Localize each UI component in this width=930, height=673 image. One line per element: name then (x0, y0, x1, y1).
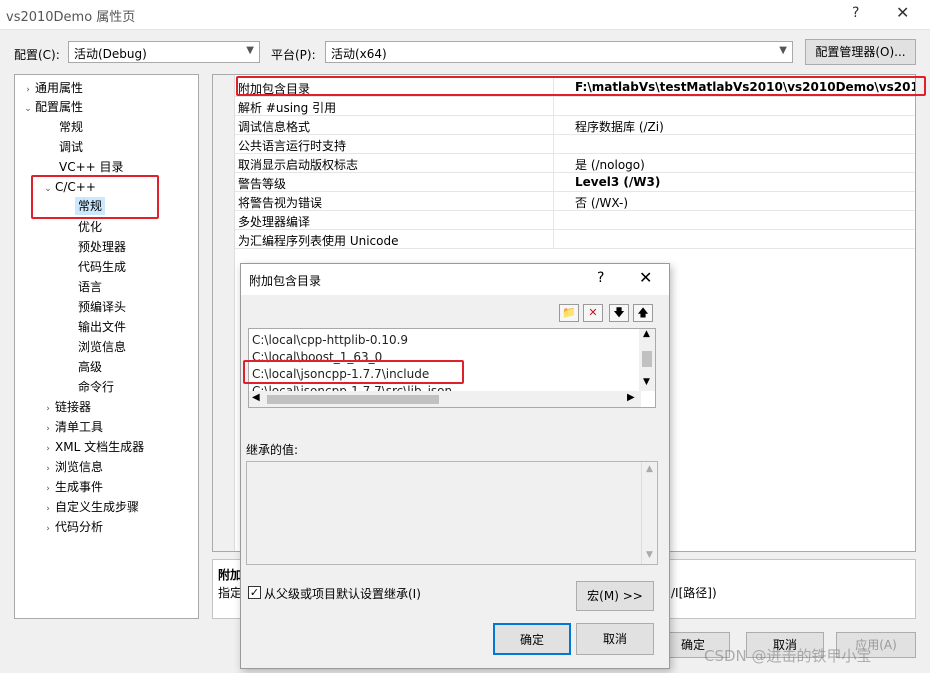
property-row[interactable]: 调试信息格式 程序数据库 (/Zi) (235, 116, 915, 135)
platform-dropdown[interactable]: 活动(x64) ▼ (325, 41, 793, 63)
tree-item-custom-build[interactable]: › 自定义生成步骤 (41, 498, 139, 516)
vertical-scrollbar: ▲ ▼ (641, 462, 657, 564)
chevron-right-icon[interactable]: › (41, 400, 55, 418)
tree-item-browse-information[interactable]: › 浏览信息 (41, 458, 103, 476)
property-row[interactable]: 多处理器编译 (235, 211, 915, 230)
tree-item-config-props[interactable]: ⌄ 配置属性 (21, 98, 83, 116)
inherited-values-box: ▲ ▼ (246, 461, 658, 565)
tree-item-manifest-tool[interactable]: › 清单工具 (41, 418, 103, 436)
close-icon[interactable]: ✕ (896, 3, 909, 22)
move-up-icon[interactable]: 🡅 (633, 304, 653, 322)
dialog-ok-button[interactable]: 确定 (493, 623, 571, 655)
tree-item-code-analysis[interactable]: › 代码分析 (41, 518, 103, 536)
help-icon[interactable]: ? (597, 270, 604, 286)
scroll-down-icon[interactable]: ▼ (643, 377, 650, 387)
description-text: 指定 (218, 586, 243, 600)
platform-value: 活动(x64) (331, 47, 387, 61)
vertical-scrollbar[interactable]: ▲ ▼ (639, 329, 655, 391)
tree-item-debugging[interactable]: 调试 (59, 138, 83, 156)
scroll-down-icon: ▼ (646, 550, 653, 560)
chevron-right-icon[interactable]: › (41, 500, 55, 518)
tree-item-precompiled-headers[interactable]: 预编译头 (78, 298, 126, 316)
tree-item-general[interactable]: 常规 (59, 118, 83, 136)
window-title: vs2010Demo 属性页 (6, 10, 136, 25)
dialog-title: 附加包含目录 (249, 274, 322, 288)
chevron-right-icon[interactable]: › (41, 520, 55, 538)
help-icon[interactable]: ? (852, 5, 859, 21)
chevron-down-icon: ▼ (246, 45, 254, 56)
tree-item-output-files[interactable]: 输出文件 (78, 318, 126, 336)
tree-item-preprocessor[interactable]: 预处理器 (78, 238, 126, 256)
chevron-right-icon[interactable]: › (41, 440, 55, 458)
property-row[interactable]: 公共语言运行时支持 (235, 135, 915, 154)
tree-item-browse-info[interactable]: 浏览信息 (78, 338, 126, 356)
property-tree[interactable]: › 通用属性 ⌄ 配置属性 常规 调试 VC++ 目录 ⌄ C/C++ 常规 优化 预… (14, 74, 199, 619)
scroll-right-icon[interactable]: ▶ (627, 392, 635, 403)
tree-item-code-generation[interactable]: 代码生成 (78, 258, 126, 276)
annotation-box-cpp-general (31, 175, 159, 219)
scroll-up-icon[interactable]: ▲ (643, 329, 650, 339)
chevron-down-icon: ▼ (779, 45, 787, 56)
config-label: 配置(C): (14, 48, 60, 62)
tree-item-optimization[interactable]: 优化 (78, 218, 102, 236)
chevron-right-icon[interactable]: › (41, 420, 55, 438)
property-row[interactable]: 解析 #using 引用 (235, 97, 915, 116)
macro-button[interactable]: 宏(M) >> (576, 581, 654, 611)
chevron-right-icon[interactable]: › (21, 81, 35, 99)
grid-gutter (213, 75, 235, 551)
tree-item-xml-doc[interactable]: › XML 文档生成器 (41, 438, 144, 456)
tree-item-common-props[interactable]: › 通用属性 (21, 79, 83, 97)
move-down-icon[interactable]: 🡇 (609, 304, 629, 322)
include-dirs-dialog: 附加包含目录 ? ✕ 📁 ✕ 🡇 🡅 C:\local\cpp-httplib-… (240, 263, 670, 669)
scrollbar-thumb[interactable] (267, 395, 439, 404)
chevron-right-icon[interactable]: › (41, 460, 55, 478)
property-row[interactable]: 为汇编程序列表使用 Unicode (235, 230, 915, 249)
tree-item-build-events[interactable]: › 生成事件 (41, 478, 103, 496)
list-item[interactable]: C:\local\cpp-httplib-0.10.9 (252, 333, 408, 347)
tree-item-vc-directories[interactable]: VC++ 目录 (59, 158, 124, 176)
window-titlebar: vs2010Demo 属性页 ? ✕ (0, 0, 930, 30)
tree-item-advanced[interactable]: 高级 (78, 358, 102, 376)
scroll-up-icon: ▲ (646, 464, 653, 474)
property-row[interactable]: 将警告视为错误否 (/WX-) (235, 192, 915, 211)
annotation-box-jsoncpp (243, 360, 464, 384)
inherit-checkbox-label: 从父级或项目默认设置继承(I) (264, 587, 421, 601)
inherit-checkbox[interactable]: ✓ (248, 586, 261, 599)
description-text-end: /I[路径]) (671, 586, 717, 600)
tree-item-linker[interactable]: › 链接器 (41, 398, 91, 416)
inherited-values-label: 继承的值: (246, 443, 299, 457)
horizontal-scrollbar[interactable]: ◀ ▶ (249, 391, 641, 407)
dialog-titlebar: 附加包含目录 ? ✕ (241, 264, 669, 295)
new-folder-icon[interactable]: 📁 (559, 304, 579, 322)
tree-item-command-line[interactable]: 命令行 (78, 378, 114, 396)
annotation-box-include-dirs (236, 76, 926, 96)
delete-icon[interactable]: ✕ (583, 304, 603, 322)
description-title: 附加 (218, 568, 243, 582)
config-value: 活动(Debug) (74, 47, 147, 61)
close-icon[interactable]: ✕ (639, 268, 652, 287)
scrollbar-thumb[interactable] (642, 351, 652, 367)
platform-label: 平台(P): (271, 48, 316, 62)
property-row[interactable]: 取消显示启动版权标志是 (/nologo) (235, 154, 915, 173)
chevron-down-icon[interactable]: ⌄ (21, 100, 35, 118)
watermark-text: CSDN @迸击的铁甲小宝 (704, 647, 872, 665)
scroll-left-icon[interactable]: ◀ (252, 392, 260, 403)
chevron-right-icon[interactable]: › (41, 480, 55, 498)
config-dropdown[interactable]: 活动(Debug) ▼ (68, 41, 260, 63)
dialog-cancel-button[interactable]: 取消 (576, 623, 654, 655)
config-manager-button[interactable]: 配置管理器(O)... (805, 39, 916, 65)
property-row[interactable]: 警告等级 Level3 (/W3) (235, 173, 915, 192)
tree-item-language[interactable]: 语言 (78, 278, 102, 296)
